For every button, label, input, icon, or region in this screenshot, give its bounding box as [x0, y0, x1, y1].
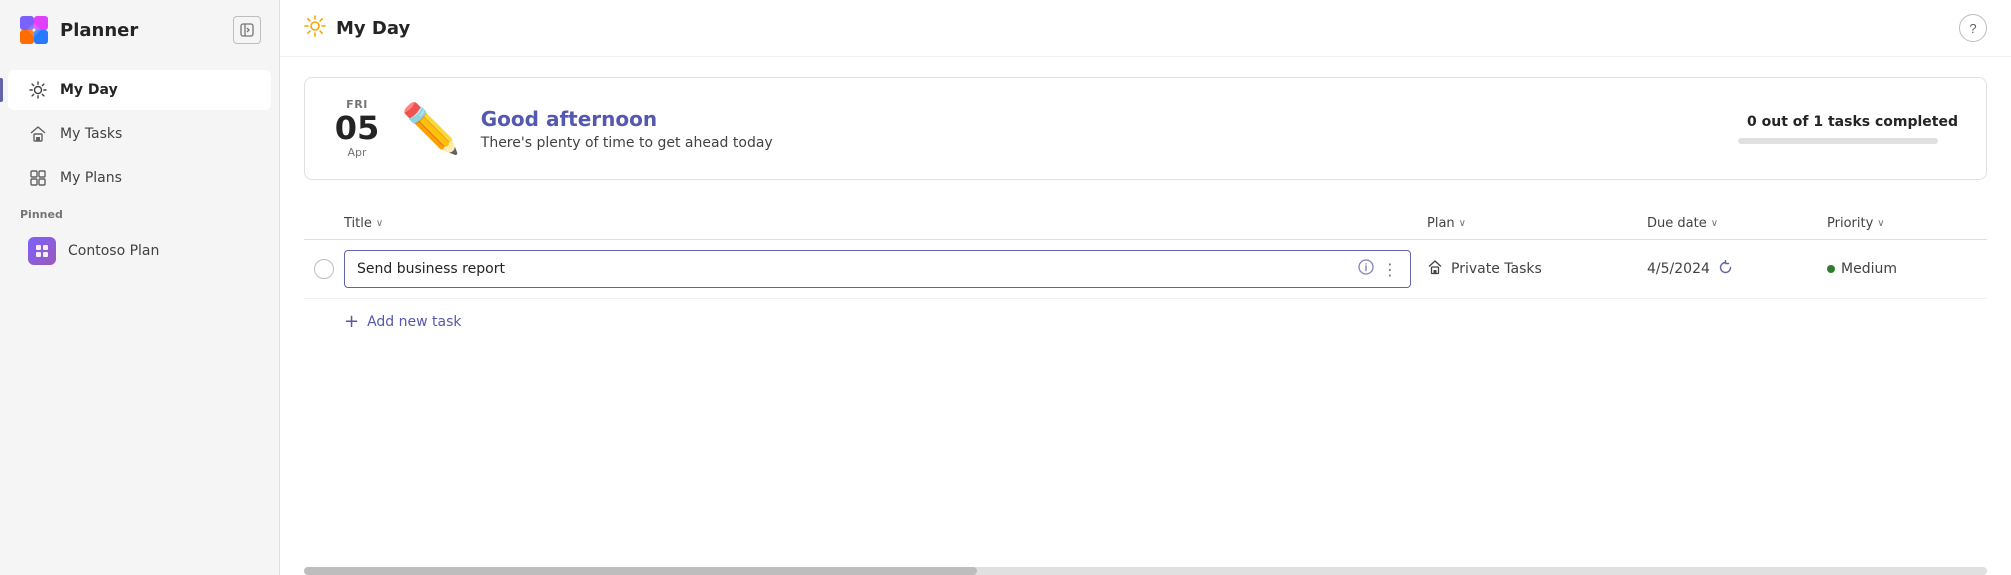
add-task-label: Add new task — [367, 314, 461, 330]
my-day-label: My Day — [60, 82, 118, 98]
main-content-area: My Day ? FRI 05 Apr ✏️ Good afternoon Th… — [280, 0, 2011, 575]
task-plan-cell: Private Tasks — [1427, 259, 1647, 279]
pinned-section-label: Pinned — [0, 200, 279, 225]
main-header: My Day ? — [280, 0, 2011, 57]
priority-column-header[interactable]: Priority ∨ — [1827, 216, 1987, 231]
date-day-number: 05 — [333, 111, 381, 146]
greeting-card: FRI 05 Apr ✏️ Good afternoon There's ple… — [304, 77, 1987, 180]
home-icon — [28, 124, 48, 144]
greeting-title: Good afternoon — [481, 107, 1718, 131]
collapse-sidebar-button[interactable] — [233, 16, 261, 44]
task-plan-name: Private Tasks — [1451, 261, 1542, 277]
sidebar-item-my-day[interactable]: My Day — [8, 70, 271, 110]
task-complete-checkbox[interactable] — [314, 259, 334, 279]
sidebar-nav: My Day My Tasks My Plans — [0, 60, 279, 575]
date-month: Apr — [333, 146, 381, 159]
my-tasks-label: My Tasks — [60, 126, 122, 142]
app-logo: Planner — [18, 14, 138, 46]
task-priority-cell: Medium — [1827, 261, 1987, 277]
title-col-header: Title ∨ — [344, 216, 1427, 231]
title-column-header[interactable]: Title ∨ — [344, 216, 1427, 231]
sidebar: Planner — [0, 0, 280, 575]
tasks-count-label: 0 out of 1 tasks completed — [1738, 114, 1958, 130]
scrollbar-track[interactable] — [304, 567, 1987, 575]
main-content: FRI 05 Apr ✏️ Good afternoon There's ple… — [280, 57, 2011, 563]
recurrence-icon — [1718, 260, 1733, 279]
priority-dot-icon — [1827, 265, 1835, 273]
sidebar-item-contoso-plan[interactable]: Contoso Plan — [8, 227, 271, 275]
progress-bar-background — [1738, 138, 1938, 144]
duedate-sort-chevron-icon: ∨ — [1711, 218, 1718, 229]
app-name: Planner — [60, 20, 138, 41]
task-table: Title ∨ Plan ∨ Due date ∨ — [304, 208, 1987, 344]
task-checkbox-cell — [304, 259, 344, 279]
plan-home-icon — [1427, 259, 1443, 279]
task-title-cell: Send business report ⋮ — [344, 250, 1427, 288]
add-task-icon: + — [344, 311, 359, 332]
task-title-text: Send business report — [357, 261, 1350, 277]
table-header: Title ∨ Plan ∨ Due date ∨ — [304, 208, 1987, 240]
collapse-icon — [240, 23, 254, 37]
sidebar-header: Planner — [0, 0, 279, 60]
task-info-icon[interactable] — [1358, 259, 1374, 279]
help-button[interactable]: ? — [1959, 14, 1987, 42]
tasks-progress: 0 out of 1 tasks completed — [1738, 114, 1958, 144]
scrollbar-thumb[interactable] — [304, 567, 977, 575]
sun-icon — [28, 80, 48, 100]
plan-sort-chevron-icon: ∨ — [1459, 218, 1466, 229]
sidebar-item-my-tasks[interactable]: My Tasks — [8, 114, 271, 154]
sidebar-item-my-plans[interactable]: My Plans — [8, 158, 271, 198]
add-task-row[interactable]: + Add new task — [304, 299, 1987, 344]
task-priority-value: Medium — [1841, 261, 1897, 277]
plan-col-header: Plan ∨ — [1427, 216, 1647, 231]
my-plans-label: My Plans — [60, 170, 122, 186]
greeting-text: Good afternoon There's plenty of time to… — [481, 107, 1718, 151]
duedate-column-header[interactable]: Due date ∨ — [1647, 216, 1827, 231]
greeting-subtitle: There's plenty of time to get ahead toda… — [481, 135, 1718, 151]
plan-column-header[interactable]: Plan ∨ — [1427, 216, 1647, 231]
planner-logo-icon — [18, 14, 50, 46]
task-duedate-cell: 4/5/2024 — [1647, 260, 1827, 279]
table-row: Send business report ⋮ — [304, 240, 1987, 299]
title-sort-chevron-icon: ∨ — [376, 218, 383, 229]
task-title-box[interactable]: Send business report ⋮ — [344, 250, 1411, 288]
grid-icon — [28, 168, 48, 188]
page-title: My Day — [304, 15, 410, 42]
priority-col-header: Priority ∨ — [1827, 216, 1987, 231]
task-due-date: 4/5/2024 — [1647, 261, 1710, 277]
scrollbar-area — [280, 567, 2011, 575]
duedate-col-header: Due date ∨ — [1647, 216, 1827, 231]
date-block: FRI 05 Apr — [333, 98, 381, 159]
task-more-options-icon[interactable]: ⋮ — [1382, 260, 1398, 279]
priority-sort-chevron-icon: ∨ — [1877, 218, 1884, 229]
contoso-plan-label: Contoso Plan — [68, 243, 159, 259]
contoso-plan-icon — [28, 237, 56, 265]
header-sun-icon — [304, 15, 326, 42]
greeting-emoji: ✏️ — [401, 105, 461, 153]
